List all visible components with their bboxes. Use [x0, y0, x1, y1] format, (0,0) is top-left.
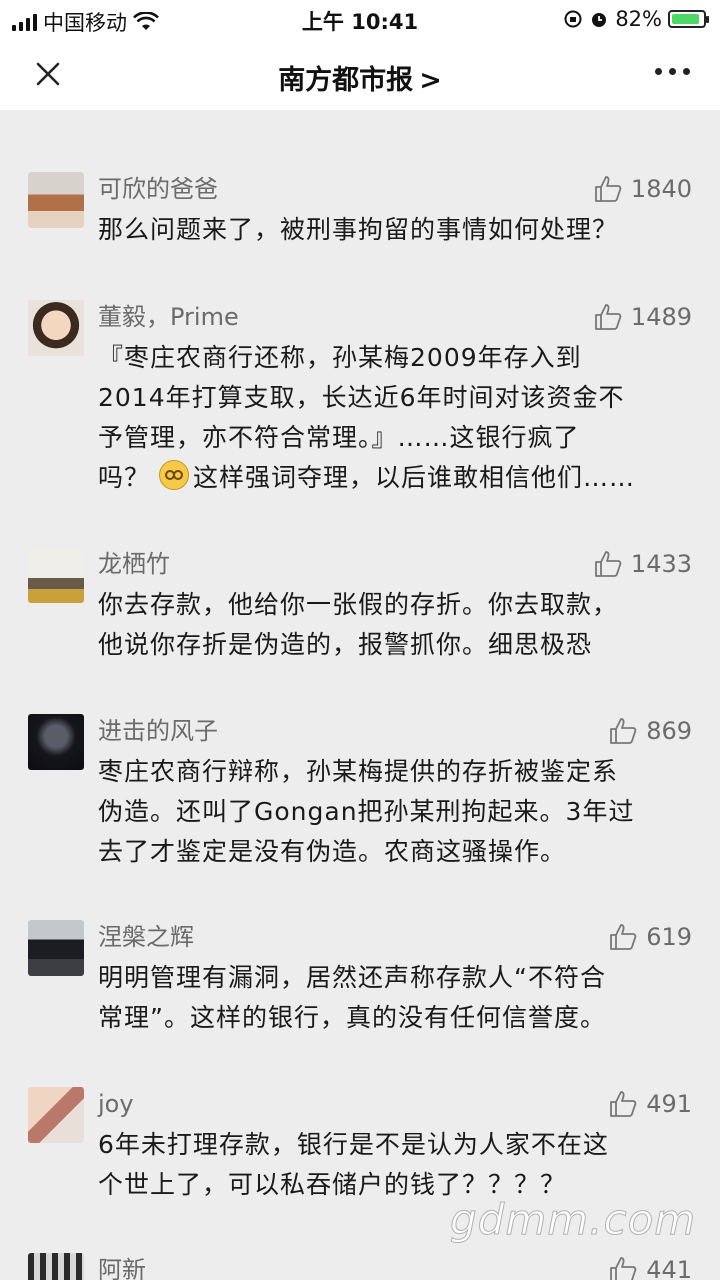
comment-text: 『枣庄农商行还称，孙某梅2009年存入到 2014年打算支取，长达近6年时间对该…	[98, 338, 688, 498]
comment-line: 『枣庄农商行还称，孙某梅2009年存入到	[98, 343, 582, 372]
comment-line: 常理”。这样的银行，真的没有任何信誉度。	[98, 1003, 606, 1032]
thinking-face-icon	[158, 460, 189, 490]
nav-bar: 南方都市报 >	[0, 38, 720, 110]
like-button[interactable]: 1840	[593, 172, 692, 206]
comment-line: 那么问题来了，被刑事拘留的事情如何处理？	[98, 215, 619, 244]
comment-author[interactable]: 可欣的爸爸	[98, 172, 218, 206]
comment-author[interactable]: 董毅，Prime	[98, 300, 239, 334]
like-count: 1433	[630, 550, 692, 578]
like-button[interactable]: 491	[608, 1087, 692, 1121]
avatar[interactable]	[28, 714, 84, 770]
like-button[interactable]: 441	[608, 1253, 692, 1280]
comment-author[interactable]: 阿新	[98, 1253, 146, 1280]
account-name: 南方都市报	[278, 65, 414, 96]
like-count: 491	[646, 1090, 692, 1118]
thumb-up-icon	[595, 304, 622, 330]
chevron-right-icon: >	[419, 65, 442, 96]
status-right: 82%	[563, 7, 709, 31]
thumb-up-icon	[610, 1257, 637, 1280]
thumb-up-icon	[610, 924, 637, 950]
comment-line: 去了才鉴定是没有伪造。农商这骚操作。	[98, 837, 567, 866]
avatar[interactable]	[28, 547, 84, 603]
comment-author[interactable]: 进击的风子	[98, 714, 218, 748]
like-count: 441	[646, 1256, 692, 1280]
thumb-up-icon	[610, 718, 637, 744]
battery-percent: 82%	[615, 7, 662, 31]
page-title[interactable]: 南方都市报 >	[0, 58, 720, 97]
more-icon[interactable]	[655, 68, 690, 75]
thumb-up-icon	[610, 1091, 637, 1117]
avatar[interactable]	[28, 1087, 84, 1143]
rotation-lock-icon	[564, 10, 582, 28]
like-count: 619	[646, 923, 692, 951]
avatar[interactable]	[28, 1253, 84, 1280]
like-count: 869	[646, 717, 692, 745]
comment-list[interactable]: 可欣的爸爸 1840 那么问题来了，被刑事拘留的事情如何处理？ 董毅，Prime…	[0, 110, 720, 1280]
comment-line: 吗？ 这样强词夺理，以后谁敢相信他们……	[98, 458, 688, 498]
thumb-up-icon	[595, 176, 622, 202]
comment-line: 明明管理有漏洞，居然还声称存款人“不符合	[98, 963, 606, 992]
comment-line: 他说你存折是伪造的，报警抓你。细思极恐	[98, 630, 593, 659]
comment-line-text: 这样强词夺理，以后谁敢相信他们……	[192, 463, 635, 492]
comment-author[interactable]: 龙栖竹	[98, 547, 170, 581]
comment-line: 你去存款，他给你一张假的存折。你去取款，	[98, 590, 619, 619]
thumb-up-icon	[595, 551, 622, 577]
comment-text: 你去存款，他给你一张假的存折。你去取款， 他说你存折是伪造的，报警抓你。细思极恐	[98, 585, 688, 665]
alarm-icon	[592, 13, 607, 27]
like-button[interactable]: 619	[608, 920, 692, 954]
battery-icon	[668, 10, 709, 28]
comment-text: 枣庄农商行辩称，孙某梅提供的存折被鉴定系 伪造。还叫了Gongan把孙某刑拘起来…	[98, 752, 688, 872]
avatar[interactable]	[28, 172, 84, 228]
like-button[interactable]: 1489	[593, 300, 692, 334]
watermark: gdmm.com	[449, 1195, 697, 1245]
like-button[interactable]: 1433	[593, 547, 692, 581]
comment-line: 2014年打算支取，长达近6年时间对该资金不	[98, 383, 625, 412]
comment-text: 那么问题来了，被刑事拘留的事情如何处理？	[98, 210, 688, 250]
like-button[interactable]: 869	[608, 714, 692, 748]
comment-text: 明明管理有漏洞，居然还声称存款人“不符合 常理”。这样的银行，真的没有任何信誉度…	[98, 958, 688, 1038]
avatar[interactable]	[28, 920, 84, 976]
comment-line-prefix: 吗？	[98, 463, 151, 492]
comment-line: 枣庄农商行辩称，孙某梅提供的存折被鉴定系	[98, 757, 619, 786]
like-count: 1840	[630, 175, 692, 203]
comment-line: 予管理，亦不符合常理。』……这银行疯了	[98, 423, 580, 452]
status-bar: 中国移动 上午 10:41 82%	[0, 0, 720, 38]
avatar[interactable]	[28, 300, 84, 356]
comment-author[interactable]: 涅槃之辉	[98, 920, 194, 954]
comment-line: 6年未打理存款，银行是不是认为人家不在这	[98, 1130, 609, 1159]
like-count: 1489	[630, 303, 692, 331]
comment-text: 6年未打理存款，银行是不是认为人家不在这 个世上了，可以私吞储户的钱了？？？？	[98, 1125, 688, 1205]
comment-author[interactable]: joy	[98, 1087, 134, 1121]
comment-line: 伪造。还叫了Gongan把孙某刑拘起来。3年过	[98, 797, 635, 826]
